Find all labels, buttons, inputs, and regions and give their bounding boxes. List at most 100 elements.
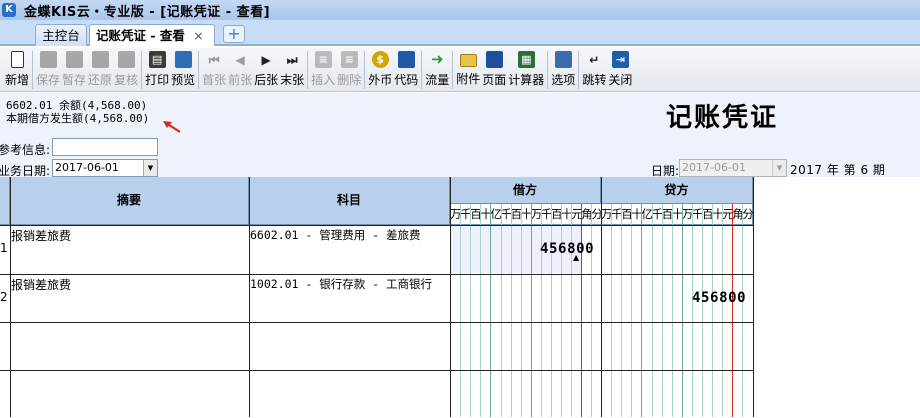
first-icon: ⏮: [208, 52, 220, 67]
period-debit-info: 本期借方发生额(4,568.00): [6, 112, 150, 125]
toolbar-button-label: 关闭: [608, 73, 633, 87]
temp-save-icon: [65, 51, 83, 68]
close-icon[interactable]: ×: [193, 28, 203, 43]
toolbar-button-label: 计算器: [508, 73, 545, 87]
digit-unit-label: 千: [651, 207, 664, 221]
save-icon: [39, 51, 57, 68]
page-icon: [485, 51, 503, 68]
digit-unit-label: 百: [551, 207, 563, 221]
cursor-caret-icon: ▲: [573, 253, 580, 262]
period-text: 2017 年 第 6 期: [790, 163, 886, 177]
toolbar-button-label: 选项: [551, 73, 576, 87]
toolbar-button-page[interactable]: 页面: [482, 48, 506, 88]
toolbar-button-label: 附件: [456, 72, 481, 86]
toolbar-button-currency[interactable]: $ 外币: [368, 48, 392, 88]
digit-unit-label: 百: [702, 207, 714, 221]
red-arrow-icon: [163, 121, 181, 133]
toolbar-button-jump[interactable]: ↵ 跳转: [582, 48, 606, 88]
toolbar-button-label: 还原: [88, 73, 113, 87]
chevron-down-icon[interactable]: ▼: [772, 160, 786, 176]
review-icon: [117, 51, 135, 68]
summary-header: 摘要: [10, 177, 249, 225]
toolbar-button-insert-row: ≡ 插入: [311, 48, 335, 88]
toolbar-button-next[interactable]: ▶ 后张: [254, 48, 278, 88]
tab-main-console[interactable]: 主控台: [35, 24, 87, 46]
new-file-icon: [10, 51, 24, 68]
toolbar-separator: [32, 51, 34, 89]
table-row[interactable]: 1 报销差旅费 6602.01 - 管理费用 - 差旅费 456800: [0, 225, 753, 273]
account-cell[interactable]: 1002.01 - 银行存款 - 工商银行: [250, 276, 432, 292]
toolbar-button-attachment[interactable]: 附件: [456, 48, 480, 87]
credit-amount-cell[interactable]: 456800: [692, 290, 746, 306]
voucher-grid: 摘要 科目 借方 贷方 万千百十亿千百十万千百十元角分万千百十亿千百十万千百十元…: [0, 177, 920, 417]
ref-info-input[interactable]: [52, 138, 158, 156]
toolbar-button-label: 暂存: [62, 73, 87, 87]
delete-row-icon: ≡: [340, 51, 358, 68]
business-date-select[interactable]: 2017-06-01 ▼: [52, 159, 158, 177]
digit-unit-label: 十: [561, 207, 573, 221]
date-value: 2017-06-01: [682, 161, 746, 174]
toolbar-button-print[interactable]: ▤ 打印: [145, 48, 169, 88]
digit-unit-label: 亿: [490, 207, 502, 221]
tab-voucher-view[interactable]: 记账凭证 - 查看 ×: [89, 24, 215, 46]
next-icon: ▶: [261, 52, 271, 67]
digit-unit-label: 角: [581, 207, 593, 221]
date-select[interactable]: 2017-06-01 ▼: [679, 159, 787, 177]
debit-amount-cell[interactable]: 456800: [540, 241, 594, 257]
toolbar-button-exit[interactable]: ⇥ 关闭: [608, 48, 632, 88]
digit-unit-label: 万: [450, 207, 462, 221]
digit-unit-label: 千: [691, 207, 704, 221]
toolbar-button-label: 删除: [337, 73, 362, 87]
code-icon: [397, 51, 415, 68]
print-icon: ▤: [148, 51, 166, 68]
toolbar-button-options[interactable]: 选项: [551, 48, 575, 88]
insert-row-icon: ≡: [314, 51, 332, 68]
summary-cell[interactable]: 报销差旅费: [11, 227, 71, 244]
digit-unit-label: 千: [611, 207, 623, 221]
chevron-down-icon[interactable]: ▼: [143, 160, 157, 176]
toolbar-button-label: 代码: [394, 73, 419, 87]
digit-unit-label: 百: [470, 207, 482, 221]
table-row[interactable]: [0, 370, 753, 418]
toolbar-button-new-file[interactable]: 新增: [5, 48, 29, 88]
toolbar-separator: [578, 51, 580, 89]
toolbar-button-prev: ◀ 前张: [228, 48, 252, 88]
toolbar-separator: [421, 51, 423, 89]
digit-unit-label: 十: [520, 207, 533, 221]
table-row[interactable]: [0, 322, 753, 370]
toolbar-button-review: 复核: [114, 48, 138, 88]
toolbar-button-restore: 还原: [88, 48, 112, 88]
summary-cell[interactable]: 报销差旅费: [11, 276, 71, 293]
toolbar-button-label: 复核: [114, 73, 139, 87]
digit-unit-label: 十: [671, 207, 684, 221]
digit-unit-label: 万: [681, 207, 694, 221]
title-bar: K 金蝶KIS云・专业版 - [记账凭证 - 查看]: [0, 0, 920, 20]
restore-icon: [91, 51, 109, 68]
digit-unit-label: 万: [530, 207, 543, 221]
digit-unit-label: 千: [500, 207, 513, 221]
toolbar-separator: [198, 51, 200, 89]
toolbar-button-code[interactable]: 代码: [394, 48, 418, 88]
credit-header: 贷方: [601, 177, 753, 204]
toolbar-button-calculator[interactable]: ▦ 计算器: [508, 48, 544, 88]
digit-unit-label: 元: [571, 207, 583, 221]
table-row[interactable]: 2 报销差旅费 1002.01 - 银行存款 - 工商银行 456800: [0, 274, 753, 322]
debit-header: 借方: [450, 177, 601, 204]
toolbar-button-preview[interactable]: 预览: [171, 48, 195, 88]
toolbar-button-label: 外币: [368, 73, 393, 87]
voucher-title: 记账凭证: [666, 103, 779, 133]
grid-column-line: [753, 177, 754, 417]
digit-unit-label: 分: [591, 207, 603, 221]
window-title: 金蝶KIS云・专业版 - [记账凭证 - 查看]: [24, 4, 271, 20]
digit-unit-label: 元: [722, 207, 734, 221]
toolbar-button-label: 后张: [254, 73, 279, 87]
calculator-icon: ▦: [517, 51, 535, 68]
toolbar-button-last[interactable]: ⏭ 末张: [280, 48, 304, 88]
options-icon: [554, 51, 572, 68]
tab-label: 记账凭证 - 查看: [96, 28, 185, 43]
toolbar-button-cashflow[interactable]: ➜ 流量: [425, 48, 449, 88]
digit-unit-label: 十: [631, 207, 643, 221]
account-cell[interactable]: 6602.01 - 管理费用 - 差旅费: [250, 227, 421, 243]
prev-icon: ◀: [235, 52, 245, 67]
new-tab-icon[interactable]: +: [223, 25, 245, 43]
